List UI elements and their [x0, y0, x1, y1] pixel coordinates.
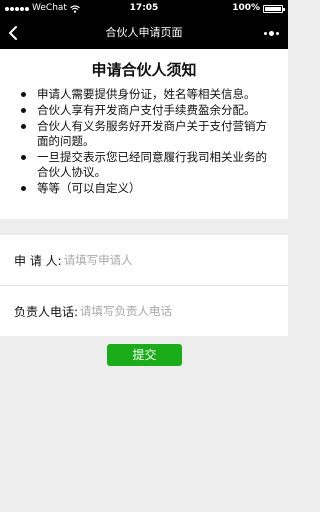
more-options-icon[interactable] — [260, 25, 282, 41]
bullet-icon — [21, 186, 26, 191]
phone-row: 负责人电话: — [0, 286, 288, 336]
notice-item-text: 合伙人有义务服务好开发商户关于支付营销方面的问题。 — [37, 119, 267, 148]
battery-icon — [263, 4, 285, 13]
phone-label: 负责人电话: — [14, 304, 79, 319]
bullet-icon — [21, 92, 26, 97]
notice-item: 等等（可以自定义） — [19, 181, 278, 196]
phone-input[interactable] — [78, 301, 288, 321]
applicant-row: 申 请 人: — [0, 235, 288, 285]
notice-item-text: 一旦提交表示您已经同意履行我司相关业务的合伙人协议。 — [37, 150, 267, 179]
bullet-icon — [21, 124, 26, 129]
notice-item-text: 等等（可以自定义） — [37, 181, 141, 195]
applicant-input[interactable] — [61, 250, 288, 270]
application-form: 申 请 人: 负责人电话: — [0, 235, 288, 336]
notice-list: 申请人需要提供身份证，姓名等相关信息。 合伙人享有开发商户支付手续费盈余分配。 … — [19, 87, 278, 197]
applicant-label: 申 请 人: — [14, 253, 62, 268]
page-title: 合伙人申请页面 — [105, 26, 183, 39]
bullet-icon — [21, 155, 26, 160]
notice-panel: 申请合伙人须知 申请人需要提供身份证，姓名等相关信息。 合伙人享有开发商户支付手… — [0, 49, 288, 219]
navigation-bar: 合伙人申请页面 — [0, 17, 288, 49]
notice-item: 申请人需要提供身份证，姓名等相关信息。 — [19, 87, 278, 102]
status-bar: WeChat 17:05 100% — [0, 0, 288, 17]
notice-item: 合伙人享有开发商户支付手续费盈余分配。 — [19, 103, 278, 118]
notice-item: 一旦提交表示您已经同意履行我司相关业务的合伙人协议。 — [19, 150, 278, 180]
submit-button[interactable]: 提交 — [107, 344, 182, 366]
battery-percentage: 100% — [232, 3, 260, 13]
status-right: 100% — [232, 0, 285, 17]
notice-item-text: 申请人需要提供身份证，姓名等相关信息。 — [37, 87, 256, 101]
notice-title: 申请合伙人须知 — [91, 61, 197, 79]
notice-item: 合伙人有义务服务好开发商户关于支付营销方面的问题。 — [19, 119, 278, 149]
notice-item-text: 合伙人享有开发商户支付手续费盈余分配。 — [37, 103, 256, 117]
bullet-icon — [21, 108, 26, 113]
